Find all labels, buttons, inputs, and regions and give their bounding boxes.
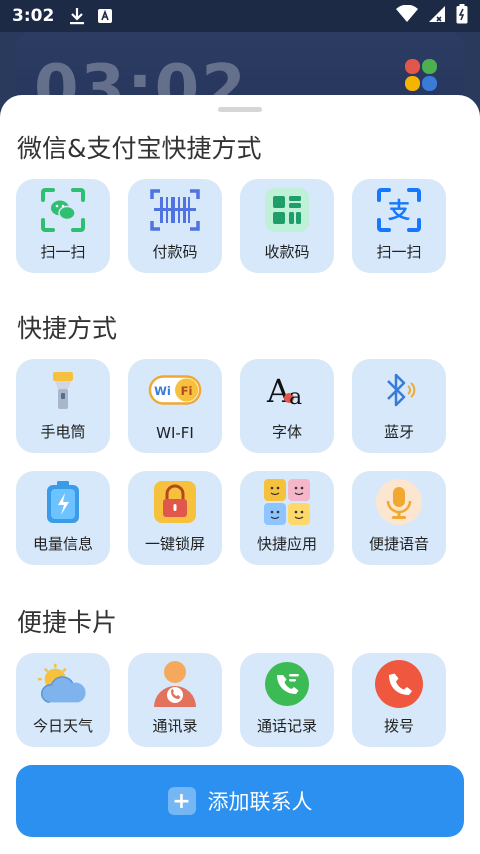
apps-icon: [260, 475, 314, 529]
contacts-icon: [148, 657, 202, 711]
tile-label: 今日天气: [32, 717, 93, 735]
sheet-handle[interactable]: [218, 107, 262, 112]
tile-quick-apps[interactable]: 快捷应用: [240, 471, 334, 565]
tile-battery[interactable]: 电量信息: [16, 471, 110, 565]
section-title-wechat-alipay: 微信&支付宝快捷方式: [17, 134, 262, 163]
tile-wifi[interactable]: Wi Fi WI-FI: [128, 359, 222, 453]
tile-receive-code[interactable]: 收款码: [240, 179, 334, 273]
barcode-icon: [148, 183, 202, 237]
tile-call-log[interactable]: 通话记录: [240, 653, 334, 747]
svg-text:支: 支: [388, 199, 411, 224]
receive-code-icon: [260, 183, 314, 237]
shortcut-sheet: 微信&支付宝快捷方式 扫一扫 付款码 收款码 支 扫一扫 快捷方式 手电筒 Wi…: [0, 95, 480, 854]
status-time: 3:02: [12, 6, 55, 26]
status-bar: 3:02: [0, 0, 480, 32]
tile-weather[interactable]: 今日天气: [16, 653, 110, 747]
tile-payment-code[interactable]: 付款码: [128, 179, 222, 273]
flashlight-icon: [36, 363, 90, 417]
section-title-cards: 便捷卡片: [17, 608, 118, 637]
notification-a-icon: [96, 7, 114, 25]
download-icon: [68, 7, 86, 25]
tile-wechat-scan[interactable]: 扫一扫: [16, 179, 110, 273]
tile-alipay-scan[interactable]: 支 扫一扫: [352, 179, 446, 273]
svg-text:a: a: [289, 385, 302, 410]
tile-label: 通话记录: [256, 717, 317, 735]
add-contact-label: 添加联系人: [207, 790, 313, 814]
tile-label: 字体: [271, 423, 302, 441]
flower-icon: [405, 59, 437, 91]
tile-flashlight[interactable]: 手电筒: [16, 359, 110, 453]
wifi-status-icon: [396, 4, 418, 28]
tile-label: WI-FI: [156, 424, 194, 442]
tile-label: 电量信息: [32, 535, 93, 553]
svg-text:A: A: [266, 372, 291, 410]
wechat-scan-icon: [36, 183, 90, 237]
call-log-icon: [260, 657, 314, 711]
tile-label: 蓝牙: [383, 423, 414, 441]
tile-label: 通讯录: [152, 717, 198, 735]
tile-label: 拨号: [383, 717, 414, 735]
signal-icon: [428, 5, 446, 28]
tile-font[interactable]: A a 字体: [240, 359, 334, 453]
tile-label: 一键锁屏: [144, 535, 205, 553]
add-contact-button[interactable]: + 添加联系人: [16, 765, 464, 837]
tile-label: 便捷语音: [368, 535, 429, 553]
alipay-scan-icon: 支: [372, 183, 426, 237]
tile-bluetooth[interactable]: 蓝牙: [352, 359, 446, 453]
dialer-icon: [372, 657, 426, 711]
tile-label: 扫一扫: [376, 243, 422, 261]
bluetooth-icon: [372, 363, 426, 417]
svg-text:Wi: Wi: [154, 384, 171, 398]
font-icon: A a: [260, 363, 314, 417]
tile-label: 扫一扫: [40, 243, 86, 261]
tile-contacts[interactable]: 通讯录: [128, 653, 222, 747]
section-title-shortcuts: 快捷方式: [17, 314, 118, 343]
tile-label: 手电筒: [40, 423, 86, 441]
tile-voice[interactable]: 便捷语音: [352, 471, 446, 565]
tile-dialer[interactable]: 拨号: [352, 653, 446, 747]
svg-text:Fi: Fi: [181, 384, 193, 398]
tile-label: 收款码: [264, 243, 310, 261]
tile-label: 快捷应用: [256, 535, 317, 553]
battery-status-icon: [456, 3, 468, 29]
weather-icon: [36, 657, 90, 711]
microphone-icon: [372, 475, 426, 529]
wifi-icon: Wi Fi: [148, 363, 202, 417]
lock-icon: [148, 475, 202, 529]
tile-label: 付款码: [152, 243, 198, 261]
battery-icon: [36, 475, 90, 529]
tile-lock-screen[interactable]: 一键锁屏: [128, 471, 222, 565]
plus-icon: +: [167, 787, 196, 815]
